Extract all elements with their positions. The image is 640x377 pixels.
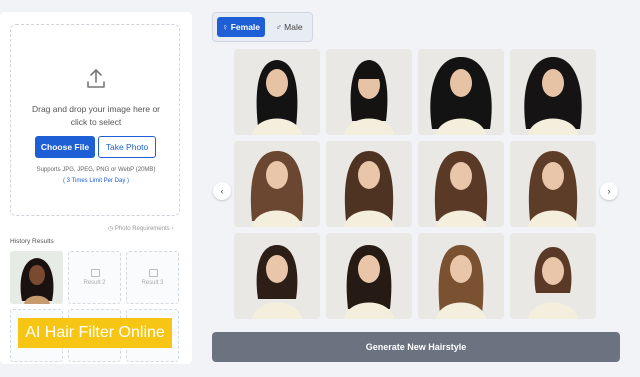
photo-requirements-label: Photo Requirements <box>114 226 170 232</box>
take-photo-button[interactable]: Take Photo <box>98 136 156 158</box>
usage-limit: ( 3 Times Limit Per Day ) <box>62 178 129 184</box>
hairstyle-photo[interactable] <box>234 49 320 135</box>
image-placeholder-icon <box>149 269 158 277</box>
hairstyle-photo[interactable] <box>510 49 596 135</box>
hairstyle-photo[interactable] <box>510 233 596 319</box>
clock-icon: ◷ <box>108 226 114 232</box>
male-icon: ♂ <box>275 22 282 32</box>
male-button[interactable]: ♂ Male <box>269 17 309 37</box>
hairstyle-photo[interactable] <box>510 141 596 227</box>
hairstyle-photo[interactable] <box>234 233 320 319</box>
hairstyle-photo[interactable] <box>326 49 412 135</box>
history-title: History Results <box>10 238 54 245</box>
next-arrow-icon[interactable]: › <box>600 182 618 200</box>
history-result-2[interactable]: Result 2 <box>68 251 121 304</box>
generate-hairstyle-button[interactable]: Generate New Hairstyle <box>212 332 620 362</box>
upload-dropzone[interactable]: Drag and drop your image here or click t… <box>10 24 180 216</box>
gender-toggle: ♀ Female ♂ Male <box>212 12 313 42</box>
female-icon: ♀ <box>221 22 229 32</box>
prev-arrow-icon[interactable]: ‹ <box>213 182 231 200</box>
result-2-label: Result 2 <box>83 280 106 286</box>
hairstyle-photo[interactable] <box>418 233 504 319</box>
female-label: Female <box>230 22 261 32</box>
hairstyle-grid <box>234 49 598 320</box>
hairstyle-photo[interactable] <box>418 49 504 135</box>
result-3-label: Result 3 <box>141 280 164 286</box>
upload-icon <box>87 69 105 88</box>
image-placeholder-icon <box>91 269 100 277</box>
hairstyle-photo[interactable] <box>326 141 412 227</box>
hairstyle-photo[interactable] <box>234 141 320 227</box>
photo-requirements-link[interactable]: ◷ Photo Requirements › <box>108 225 173 232</box>
history-result-1[interactable] <box>10 251 63 304</box>
left-panel: Drag and drop your image here or click t… <box>0 12 192 364</box>
history-result-3[interactable]: Result 3 <box>126 251 179 304</box>
drop-instructions: Drag and drop your image here or click t… <box>31 104 161 127</box>
chevron-right-icon: › <box>171 226 174 232</box>
promo-banner: AI Hair Filter Online <box>18 318 172 348</box>
supported-formats: Supports JPG, JPEG, PNG or WebP (20MB) <box>36 167 156 173</box>
choose-file-button[interactable]: Choose File <box>35 136 95 158</box>
female-button[interactable]: ♀ Female <box>217 17 265 37</box>
hairstyle-photo[interactable] <box>326 233 412 319</box>
hairstyle-photo[interactable] <box>418 141 504 227</box>
male-label: Male <box>284 22 303 32</box>
